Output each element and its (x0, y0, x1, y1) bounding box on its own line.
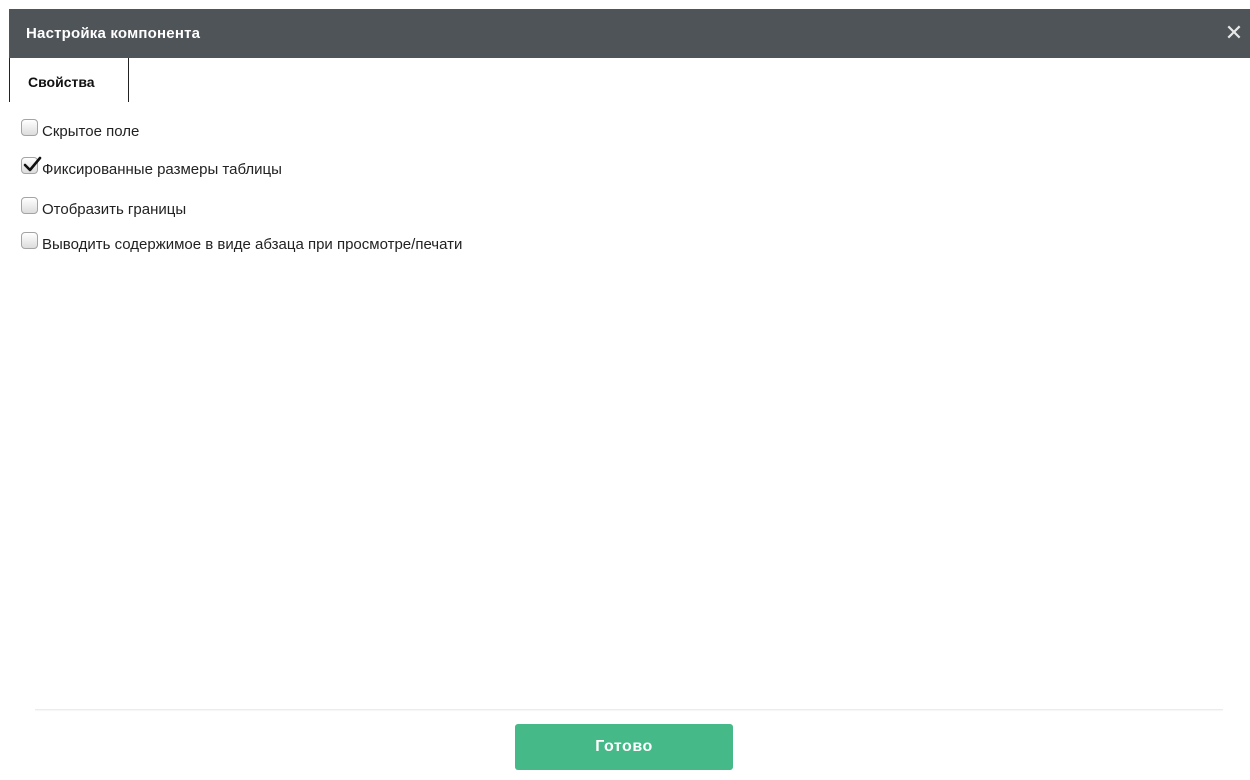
dialog-titlebar: Настройка компонента ✕ (9, 9, 1250, 58)
option-paragraph-output-label: Выводить содержимое в виде абзаца при пр… (42, 236, 463, 253)
tab-properties[interactable]: Свойства (9, 58, 129, 102)
option-fixed-table-size-label: Фиксированные размеры таблицы (42, 161, 282, 178)
tab-bar: Свойства (9, 58, 1250, 103)
close-icon[interactable]: ✕ (1222, 21, 1246, 45)
checkbox-paragraph-output[interactable] (21, 232, 38, 249)
option-show-borders-label: Отобразить границы (42, 201, 187, 218)
checkbox-show-borders[interactable] (21, 197, 38, 214)
dialog-title: Настройка компонента (26, 25, 201, 42)
checkmark-icon (23, 156, 42, 172)
tab-properties-label: Свойства (28, 74, 95, 90)
checkbox-fixed-table-size[interactable] (21, 156, 42, 174)
done-button[interactable]: Готово (515, 724, 733, 770)
footer-divider (35, 709, 1223, 710)
checkbox-hidden-field[interactable] (21, 119, 38, 136)
component-settings-dialog: Настройка компонента ✕ Свойства Скрытое … (9, 9, 1250, 780)
top-strip (0, 0, 1250, 9)
option-hidden-field-label: Скрытое поле (42, 123, 140, 140)
